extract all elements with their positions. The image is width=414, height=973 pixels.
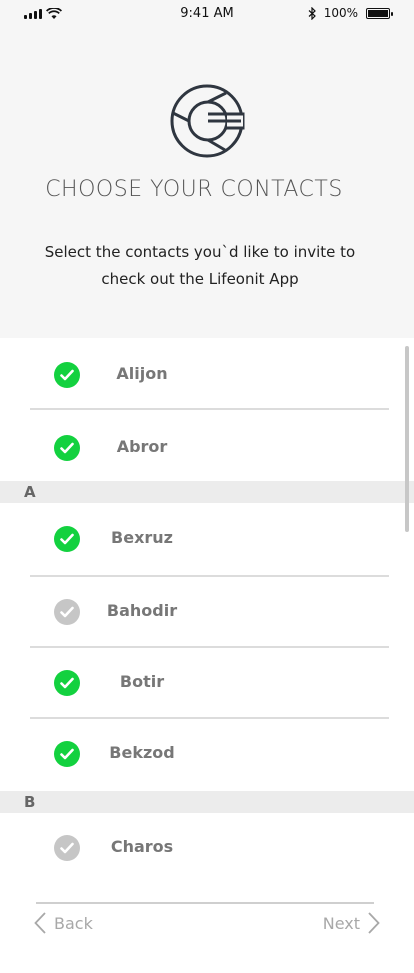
contact-row[interactable]: Charos [0, 813, 414, 883]
chevron-left-icon [34, 912, 46, 934]
page-title: CHOOSE YOUR CONTACTS [45, 177, 343, 202]
contact-row[interactable]: Botir [0, 648, 414, 718]
contact-name: Bahodir [106, 601, 178, 620]
page-subtitle: Select the contacts you`d like to invite… [30, 239, 370, 293]
section-header-a: A [0, 481, 414, 503]
contact-row[interactable]: Bekzod [0, 719, 414, 789]
checkmark-icon[interactable] [54, 526, 80, 552]
chevron-right-icon [368, 912, 380, 934]
back-label: Back [54, 913, 93, 933]
checkmark-icon[interactable] [54, 435, 80, 461]
divider [30, 408, 389, 410]
subtitle-line-1: Select the contacts you`d like to invite… [44, 243, 356, 261]
contact-name: Bekzod [109, 743, 175, 762]
section-header-b: B [0, 791, 414, 813]
checkmark-icon[interactable] [54, 741, 80, 767]
footer-divider [36, 902, 374, 904]
section-letter: A [24, 483, 36, 501]
header: 9:41 AM 100% CHOOSE YOUR CONTACTS Select… [0, 0, 414, 338]
contact-row[interactable]: Bahodir [0, 577, 414, 647]
next-button[interactable]: Next [323, 908, 380, 938]
battery-icon [366, 7, 393, 19]
next-label: Next [322, 913, 360, 933]
bluetooth-icon [308, 6, 316, 20]
contact-name: Abror [116, 437, 168, 456]
status-bar: 9:41 AM 100% [0, 0, 414, 28]
contact-row[interactable]: Abror [0, 413, 414, 483]
contact-row[interactable]: Alijon [0, 340, 414, 410]
contact-row[interactable]: Bexruz [0, 504, 414, 574]
checkmark-icon[interactable] [54, 670, 80, 696]
checkmark-icon[interactable] [54, 835, 80, 861]
checkmark-icon[interactable] [54, 362, 80, 388]
google-logo-icon [170, 84, 245, 158]
scrollbar[interactable] [405, 346, 409, 532]
battery-percent: 100% [323, 6, 358, 20]
contacts-list[interactable]: Alijon Abror A Bexruz Bahodir Botir Bekz… [0, 338, 414, 900]
contact-name: Botir [119, 672, 165, 691]
status-right: 100% [308, 6, 393, 20]
contact-name: Charos [110, 837, 174, 856]
back-button[interactable]: Back [34, 908, 93, 938]
subtitle-line-2: check out the Lifeonit App [101, 270, 299, 288]
section-letter: B [24, 793, 36, 811]
checkmark-icon[interactable] [54, 599, 80, 625]
contact-name: Alijon [116, 364, 168, 383]
contact-name: Bexruz [111, 528, 173, 547]
